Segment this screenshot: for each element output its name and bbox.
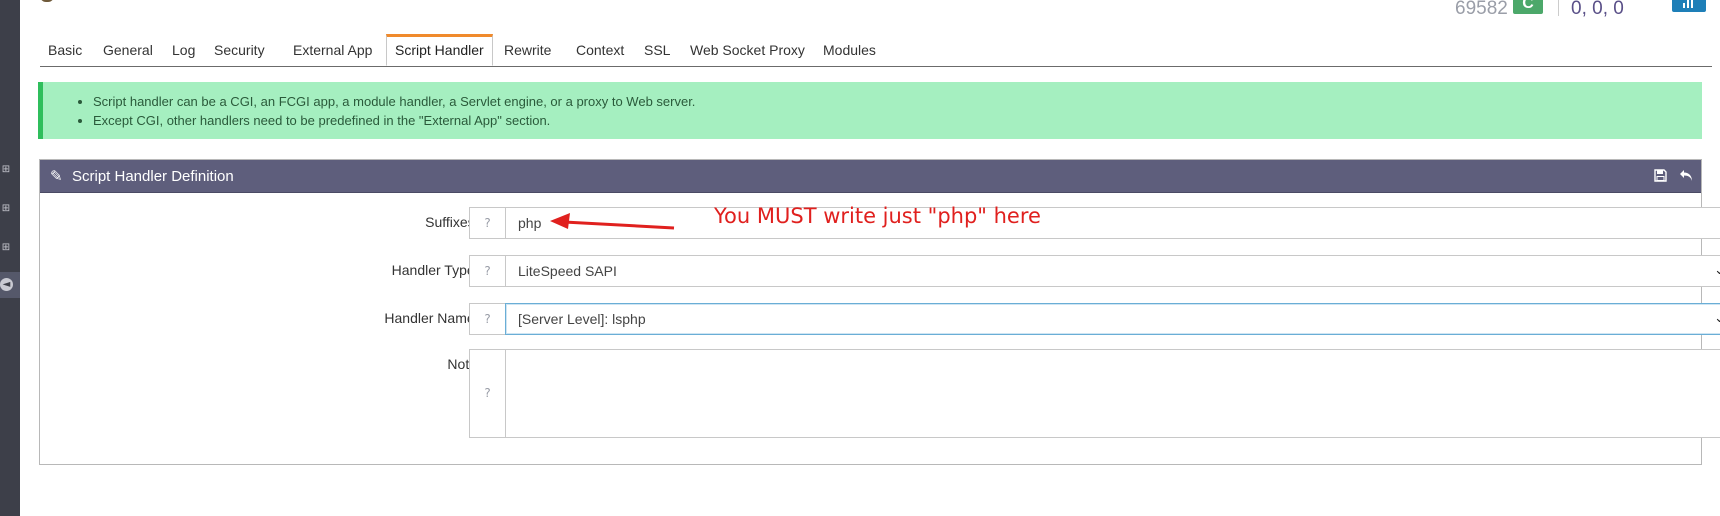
suffixes-input[interactable]: php [505,207,1720,239]
form-row-notes: Notes ? [40,349,1720,439]
tab-log[interactable]: Log [164,36,203,66]
handler-type-select[interactable]: LiteSpeed SAPI ⌄ [505,255,1720,287]
tab-bar: Basic General Log Security External App … [40,34,1712,67]
expand-plus-icon[interactable]: ⊞ [0,242,12,254]
annotation-arrow [550,213,675,230]
save-icon [1653,169,1667,182]
panel-header: ✎ Script Handler Definition [40,160,1701,193]
info-alert: Script handler can be a CGI, an FCGI app… [38,82,1702,139]
header-divider [1558,0,1559,16]
chevron-down-icon: ⌄ [1714,311,1720,326]
undo-icon [1679,170,1692,181]
expand-plus-icon[interactable]: ⊞ [0,203,12,215]
annotation-text: You MUST write just "php" here [714,204,1041,228]
tab-script-handler[interactable]: Script Handler [386,34,493,66]
tab-security[interactable]: Security [206,36,273,66]
help-icon[interactable]: ? [469,303,505,335]
left-sidebar: ⊞ ⊞ ⊞ ◄ [0,0,20,516]
chevron-down-icon: ⌄ [1714,263,1720,278]
expand-plus-icon[interactable]: ⊞ [0,164,12,176]
info-item: Script handler can be a CGI, an FCGI app… [93,92,1702,111]
tab-general[interactable]: General [95,36,161,66]
request-count: 69582 [1455,0,1508,19]
tab-web-socket-proxy[interactable]: Web Socket Proxy [682,36,813,66]
tab-rewrite[interactable]: Rewrite [496,36,559,66]
load-average: 0, 0, 0 [1571,0,1624,19]
info-list: Script handler can be a CGI, an FCGI app… [43,82,1702,130]
tab-ssl[interactable]: SSL [636,36,678,66]
app-logo [40,0,54,2]
tab-basic[interactable]: Basic [40,36,90,66]
tab-modules[interactable]: Modules [815,36,884,66]
sidebar-collapse-toggle[interactable]: ◄ [0,272,20,298]
notes-textarea[interactable] [505,349,1720,438]
help-icon[interactable]: ? [469,255,505,287]
status-badge[interactable]: C [1513,0,1543,14]
tab-external-app[interactable]: External App [285,36,380,66]
info-item: Except CGI, other handlers need to be pr… [93,111,1702,130]
panel-title: Script Handler Definition [72,168,234,185]
handler-name-select[interactable]: [Server Level]: lsphp ⌄ [505,303,1720,335]
form-row-handler-name: Handler Name * ? [Server Level]: lsphp ⌄ [40,302,1720,336]
tab-context[interactable]: Context [568,36,632,66]
undo-button[interactable] [1674,165,1698,187]
form-row-handler-type: Handler Type * ? LiteSpeed SAPI ⌄ [40,254,1720,288]
stats-chart-button[interactable] [1672,0,1706,12]
edit-icon: ✎ [50,167,63,185]
arrow-left-circle-icon: ◄ [0,278,13,291]
bar-chart-icon [1683,0,1693,8]
save-button[interactable] [1648,165,1672,187]
help-icon[interactable]: ? [469,207,505,239]
help-icon[interactable]: ? [469,349,505,438]
